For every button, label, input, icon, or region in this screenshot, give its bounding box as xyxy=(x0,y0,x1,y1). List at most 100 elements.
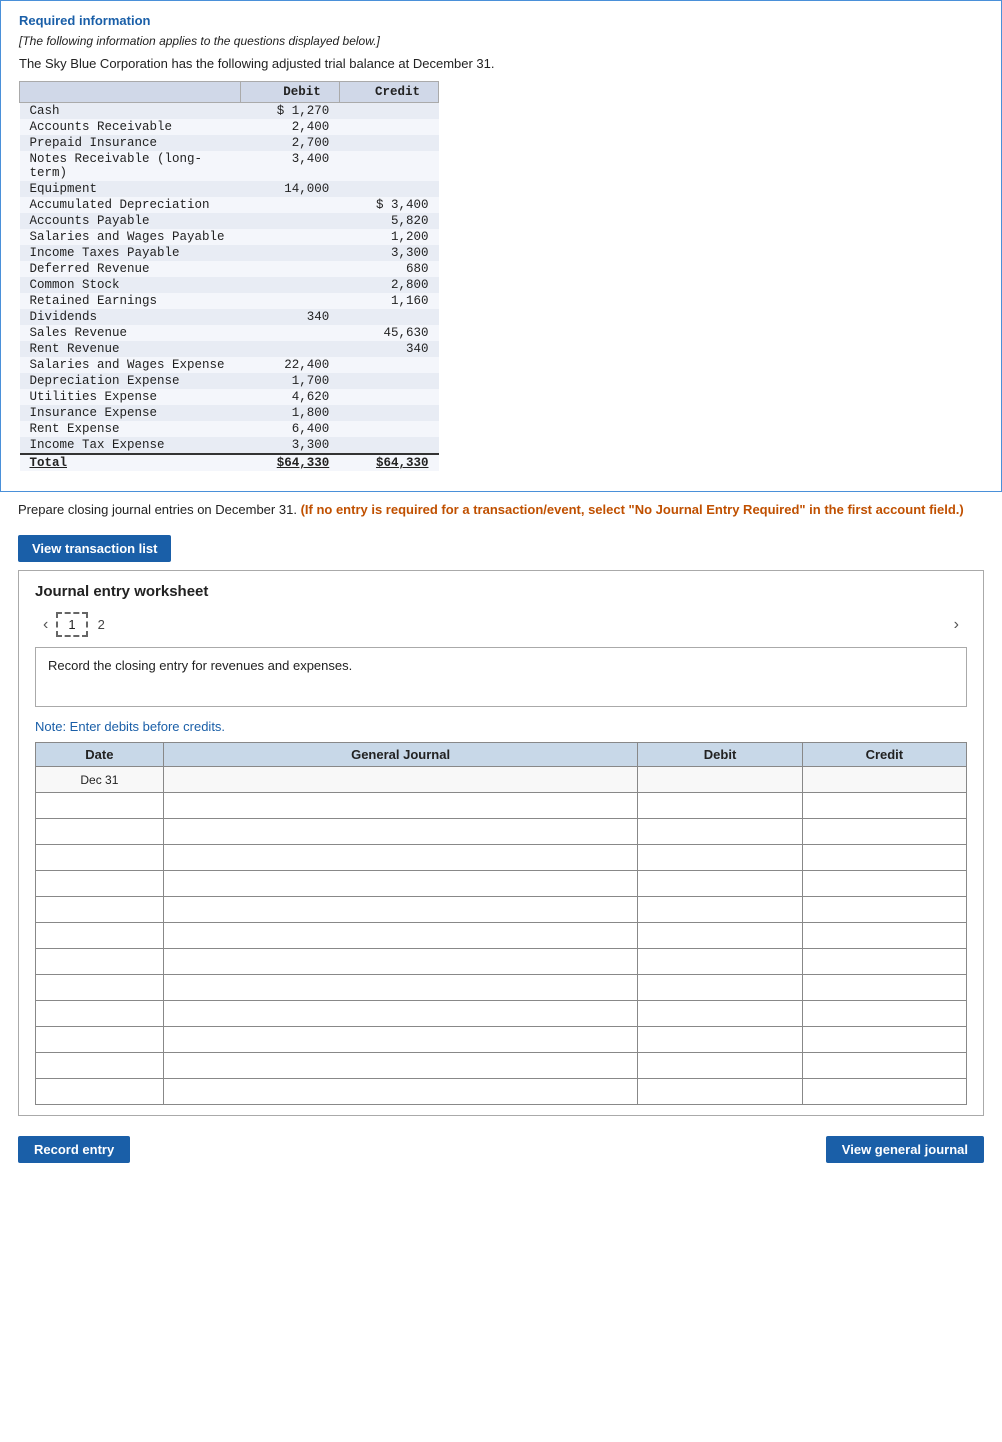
journal-credit-cell[interactable] xyxy=(802,819,966,845)
journal-account-cell[interactable] xyxy=(163,1027,638,1053)
journal-debit-cell[interactable] xyxy=(638,819,802,845)
journal-credit-cell[interactable] xyxy=(802,793,966,819)
journal-credit-input[interactable] xyxy=(803,1001,966,1026)
journal-debit-cell[interactable] xyxy=(638,975,802,1001)
trial-balance-debit: 3,300 xyxy=(240,437,339,454)
journal-entry-row xyxy=(36,949,967,975)
journal-account-cell[interactable] xyxy=(163,1079,638,1105)
journal-account-cell[interactable] xyxy=(163,767,638,793)
journal-account-cell[interactable] xyxy=(163,845,638,871)
journal-account-input[interactable] xyxy=(164,871,638,896)
journal-credit-input[interactable] xyxy=(803,897,966,922)
journal-account-cell[interactable] xyxy=(163,1001,638,1027)
journal-account-input[interactable] xyxy=(164,1001,638,1026)
journal-debit-cell[interactable] xyxy=(638,923,802,949)
journal-credit-input[interactable] xyxy=(803,819,966,844)
intro-text: The Sky Blue Corporation has the followi… xyxy=(19,56,983,71)
journal-debit-input[interactable] xyxy=(638,1001,801,1026)
journal-account-input[interactable] xyxy=(164,819,638,844)
view-transaction-button[interactable]: View transaction list xyxy=(18,535,171,562)
journal-debit-input[interactable] xyxy=(638,871,801,896)
journal-credit-input[interactable] xyxy=(803,767,966,792)
journal-credit-input[interactable] xyxy=(803,871,966,896)
journal-debit-input[interactable] xyxy=(638,949,801,974)
col-credit-header: Credit xyxy=(339,82,438,103)
trial-balance-account: Insurance Expense xyxy=(20,405,241,421)
journal-debit-cell[interactable] xyxy=(638,793,802,819)
journal-credit-cell[interactable] xyxy=(802,1001,966,1027)
journal-debit-cell[interactable] xyxy=(638,1079,802,1105)
record-entry-button[interactable]: Record entry xyxy=(18,1136,130,1163)
journal-debit-input[interactable] xyxy=(638,845,801,870)
prev-tab-arrow[interactable]: ‹ xyxy=(35,614,56,636)
journal-account-cell[interactable] xyxy=(163,871,638,897)
journal-credit-input[interactable] xyxy=(803,923,966,948)
required-info-title: Required information xyxy=(19,13,983,28)
journal-debit-input[interactable] xyxy=(638,793,801,818)
journal-credit-cell[interactable] xyxy=(802,1053,966,1079)
journal-debit-cell[interactable] xyxy=(638,767,802,793)
journal-credit-input[interactable] xyxy=(803,1079,966,1104)
journal-debit-cell[interactable] xyxy=(638,897,802,923)
journal-credit-input[interactable] xyxy=(803,975,966,1000)
journal-account-cell[interactable] xyxy=(163,1053,638,1079)
tab-1-active[interactable]: 1 xyxy=(56,612,87,637)
journal-credit-cell[interactable] xyxy=(802,975,966,1001)
trial-balance-credit xyxy=(339,309,438,325)
journal-credit-cell[interactable] xyxy=(802,767,966,793)
journal-credit-cell[interactable] xyxy=(802,923,966,949)
journal-credit-cell[interactable] xyxy=(802,897,966,923)
journal-credit-cell[interactable] xyxy=(802,871,966,897)
journal-account-cell[interactable] xyxy=(163,923,638,949)
journal-account-input[interactable] xyxy=(164,767,638,792)
journal-debit-input[interactable] xyxy=(638,897,801,922)
journal-credit-input[interactable] xyxy=(803,949,966,974)
journal-account-input[interactable] xyxy=(164,897,638,922)
journal-debit-input[interactable] xyxy=(638,819,801,844)
next-tab-arrow[interactable]: › xyxy=(946,614,967,636)
journal-account-input[interactable] xyxy=(164,1027,638,1052)
journal-debit-cell[interactable] xyxy=(638,845,802,871)
journal-credit-cell[interactable] xyxy=(802,1079,966,1105)
journal-debit-input[interactable] xyxy=(638,1053,801,1078)
journal-account-cell[interactable] xyxy=(163,819,638,845)
journal-account-cell[interactable] xyxy=(163,949,638,975)
journal-account-cell[interactable] xyxy=(163,897,638,923)
journal-credit-cell[interactable] xyxy=(802,845,966,871)
journal-account-input[interactable] xyxy=(164,1053,638,1078)
journal-debit-cell[interactable] xyxy=(638,1027,802,1053)
journal-credit-input[interactable] xyxy=(803,845,966,870)
view-general-journal-button[interactable]: View general journal xyxy=(826,1136,984,1163)
trial-balance-credit xyxy=(339,181,438,197)
journal-credit-cell[interactable] xyxy=(802,1027,966,1053)
journal-account-input[interactable] xyxy=(164,975,638,1000)
trial-balance-debit: 340 xyxy=(240,309,339,325)
trial-balance-credit xyxy=(339,135,438,151)
journal-account-input[interactable] xyxy=(164,1079,638,1104)
journal-debit-cell[interactable] xyxy=(638,1001,802,1027)
journal-account-input[interactable] xyxy=(164,845,638,870)
journal-account-cell[interactable] xyxy=(163,793,638,819)
journal-debit-input[interactable] xyxy=(638,767,801,792)
journal-debit-cell[interactable] xyxy=(638,871,802,897)
journal-debit-input[interactable] xyxy=(638,1079,801,1104)
trial-balance-account: Accounts Payable xyxy=(20,213,241,229)
journal-credit-cell[interactable] xyxy=(802,949,966,975)
journal-debit-input[interactable] xyxy=(638,975,801,1000)
tab-2[interactable]: 2 xyxy=(88,614,115,635)
journal-debit-cell[interactable] xyxy=(638,949,802,975)
journal-credit-input[interactable] xyxy=(803,1053,966,1078)
journal-account-input[interactable] xyxy=(164,793,638,818)
journal-debit-input[interactable] xyxy=(638,923,801,948)
journal-debit-cell[interactable] xyxy=(638,1053,802,1079)
journal-debit-input[interactable] xyxy=(638,1027,801,1052)
journal-account-input[interactable] xyxy=(164,949,638,974)
journal-credit-input[interactable] xyxy=(803,1027,966,1052)
journal-account-cell[interactable] xyxy=(163,975,638,1001)
journal-account-input[interactable] xyxy=(164,923,638,948)
journal-entry-row xyxy=(36,975,967,1001)
journal-worksheet-box: Journal entry worksheet ‹ 1 2 › Record t… xyxy=(18,570,984,1116)
journal-date-cell xyxy=(36,1053,164,1079)
journal-entry-row xyxy=(36,819,967,845)
journal-credit-input[interactable] xyxy=(803,793,966,818)
